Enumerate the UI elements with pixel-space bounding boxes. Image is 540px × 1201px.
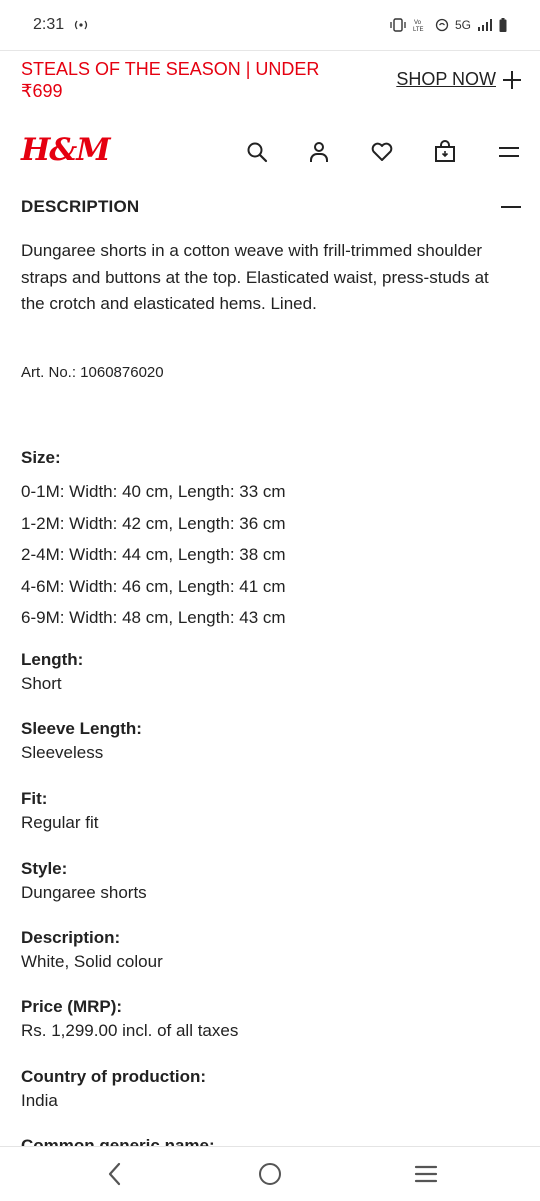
- back-icon[interactable]: [100, 1159, 130, 1189]
- attribute-description: Description: White, Solid colour: [21, 926, 501, 974]
- vibrate-icon: [390, 18, 406, 32]
- system-nav-bar: [0, 1146, 540, 1201]
- shop-now-label: SHOP NOW: [396, 69, 496, 89]
- attribute-length: Length: Short: [21, 648, 501, 696]
- attribute-label: Sleeve Length:: [21, 719, 142, 738]
- size-row: 4-6M: Width: 46 cm, Length: 41 cm: [21, 576, 286, 596]
- description-text: Dungaree shorts in a cotton weave with f…: [21, 241, 489, 313]
- svg-text:Vo: Vo: [414, 20, 422, 26]
- svg-text:LTE: LTE: [413, 27, 424, 32]
- hm-logo[interactable]: H&M: [21, 132, 111, 168]
- menu-icon[interactable]: [497, 140, 521, 164]
- site-header: H&M: [0, 128, 540, 176]
- attribute-value: Short: [21, 674, 62, 693]
- promo-banner: STEALS OF THE SEASON | UNDER ₹699 SHOP N…: [0, 50, 540, 111]
- attribute-label: Length:: [21, 650, 84, 669]
- description-accordion-header[interactable]: DESCRIPTION: [21, 195, 522, 219]
- signal-icon: [478, 19, 492, 31]
- attribute-style: Style: Dungaree shorts: [21, 857, 501, 905]
- status-bar: 2:31 Vo LTE 5G: [0, 0, 540, 50]
- size-row: 2-4M: Width: 44 cm, Length: 38 cm: [21, 545, 286, 564]
- attribute-label: Country of production:: [21, 1067, 207, 1086]
- battery-icon: [499, 18, 507, 32]
- attribute-price: Price (MRP): Rs. 1,299.00 incl. of all t…: [21, 995, 501, 1043]
- status-right: Vo LTE 5G: [389, 18, 507, 32]
- account-icon[interactable]: [307, 140, 331, 164]
- article-number: Art. No.: 1060876020: [21, 364, 164, 381]
- network-type: 5G: [454, 18, 471, 32]
- home-icon[interactable]: [255, 1159, 285, 1189]
- size-row: 1-2M: Width: 42 cm, Length: 36 cm: [21, 513, 286, 533]
- attribute-value: Regular fit: [21, 813, 99, 832]
- attribute-label: Description:: [21, 928, 121, 947]
- description-title: DESCRIPTION: [21, 197, 140, 216]
- attribute-label: Fit:: [21, 789, 48, 808]
- volte-icon: Vo LTE: [413, 20, 424, 32]
- clock: 2:31: [33, 16, 65, 33]
- attribute-label: Style:: [21, 859, 68, 878]
- favorites-icon[interactable]: [370, 140, 394, 164]
- attribute-label: Price (MRP):: [21, 997, 123, 1016]
- search-icon[interactable]: [245, 140, 269, 164]
- promo-text: STEALS OF THE SEASON | UNDER ₹699: [21, 59, 320, 101]
- status-left: 2:31: [33, 16, 90, 34]
- recents-icon[interactable]: [411, 1159, 441, 1189]
- wifi-calling-icon: [435, 18, 449, 32]
- size-section: Size: 0-1M: Width: 40 cm, Length: 33 cm …: [21, 448, 501, 634]
- attribute-fit: Fit: Regular fit: [21, 787, 501, 835]
- size-row: 6-9M: Width: 48 cm, Length: 43 cm: [21, 608, 286, 627]
- size-row: 0-1M: Width: 40 cm, Length: 33 cm: [21, 482, 286, 501]
- attribute-country: Country of production: India: [21, 1065, 501, 1113]
- attribute-value: Dungaree shorts: [21, 883, 147, 902]
- attribute-value: Rs. 1,299.00 incl. of all taxes: [21, 1021, 239, 1040]
- bag-icon[interactable]: [433, 140, 457, 164]
- collapse-icon[interactable]: [500, 196, 522, 218]
- attribute-value: Sleeveless: [21, 743, 104, 762]
- hotspot-icon: [74, 20, 88, 30]
- attribute-value: White, Solid colour: [21, 952, 163, 971]
- plus-icon: [503, 70, 521, 89]
- attribute-value: India: [21, 1091, 58, 1110]
- shop-now-link[interactable]: SHOP NOW: [396, 69, 522, 90]
- size-label: Size:: [21, 448, 61, 467]
- attribute-sleeve-length: Sleeve Length: Sleeveless: [21, 717, 501, 765]
